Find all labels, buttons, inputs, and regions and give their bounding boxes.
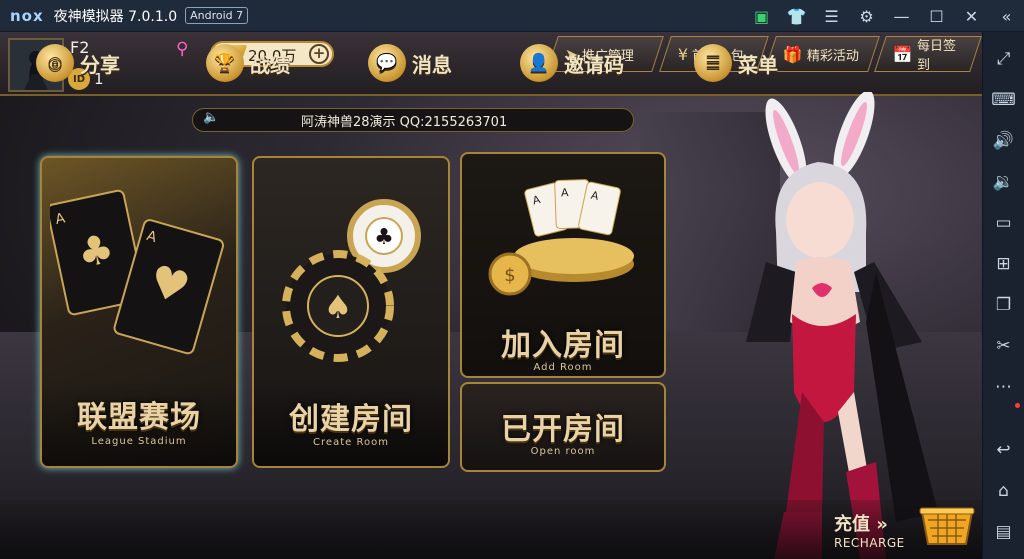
bunny-girl-character	[746, 92, 938, 559]
gift-box-icon: 🎁	[783, 44, 803, 64]
create-room-card[interactable]: ♣ ♠ 创建房间 Create Room	[252, 156, 450, 468]
collapse-icon[interactable]: «	[989, 0, 1024, 32]
more-icon[interactable]: ⋯	[983, 366, 1024, 407]
share-label: 分享	[80, 52, 120, 77]
screen-icon[interactable]: ▭	[983, 202, 1024, 243]
emulator-window: nox 夜神模拟器 7.0.1.0 Android 7 ▣ 👕 ☰ ⚙ — ☐ …	[0, 0, 1024, 559]
speaker-icon: 🔈	[203, 110, 220, 125]
back-icon[interactable]: ↩	[983, 429, 1024, 470]
trophy-icon: 🏆	[206, 44, 244, 82]
create-room-title: 创建房间	[289, 402, 413, 437]
cards-and-coins-icon: A A A $	[488, 179, 634, 296]
playing-cards-icon: A ♣ A ♥	[50, 189, 225, 355]
messages-button[interactable]: 💬 消息	[368, 42, 452, 84]
settings-icon[interactable]: ⚙	[849, 0, 884, 32]
svg-text:♣: ♣	[374, 225, 394, 250]
join-room-subtitle: Add Room	[533, 362, 593, 373]
poker-chips-icon: ♣ ♠	[282, 199, 421, 362]
share-button[interactable]: ◎ 分享	[36, 42, 120, 84]
add-coins-button[interactable]: +	[309, 44, 329, 64]
join-room-title: 加入房间	[501, 328, 625, 363]
shopping-basket-icon	[919, 507, 975, 545]
events-button[interactable]: 🎁 精彩活动	[764, 36, 880, 72]
daily-signin-label: 每日签到	[916, 39, 956, 73]
events-label: 精彩活动	[806, 48, 859, 64]
home-icon[interactable]: ⌂	[983, 470, 1024, 511]
records-button[interactable]: 🏆 战绩	[206, 42, 290, 84]
android-version-badge: Android 7	[185, 7, 249, 24]
maximize-icon[interactable]: ☐	[919, 0, 954, 32]
invite-code-button[interactable]: 👤 邀请码	[520, 42, 624, 84]
game-topbar: F2 ⚲ ID 1 20.0万 + ➤ 推广管理 ¥ 首充礼包 🎁 精彩活动	[0, 32, 982, 96]
volume-down-icon[interactable]: 🔉	[983, 161, 1024, 202]
recharge-label-en: RECHARGE	[834, 536, 905, 550]
menu-label: 菜单	[738, 52, 778, 77]
keyboard-icon[interactable]: ⌨	[983, 79, 1024, 120]
recharge-button[interactable]: 充值 » RECHARGE	[834, 507, 975, 556]
recharge-label-cn: 充值 »	[834, 514, 888, 535]
calendar-check-icon: 📅	[893, 44, 913, 64]
list-menu-icon: ☰	[694, 44, 732, 82]
invite-code-label: 邀请码	[564, 52, 624, 77]
game-viewport: F2 ⚲ ID 1 20.0万 + ➤ 推广管理 ¥ 首充礼包 🎁 精彩活动	[0, 32, 982, 559]
close-icon[interactable]: ✕	[954, 0, 989, 32]
announcement-marquee: 🔈 阿涛神兽28演示 QQ:2155263701	[192, 108, 634, 132]
join-room-card[interactable]: A A A $ 加入房间 Add Room	[460, 152, 666, 378]
messages-label: 消息	[412, 52, 452, 77]
shirt-icon[interactable]: 👕	[779, 0, 814, 32]
minimize-icon[interactable]: —	[884, 0, 919, 32]
daily-signin-button[interactable]: 📅 每日签到	[874, 36, 982, 73]
menu-icon[interactable]: ☰	[814, 0, 849, 32]
share-aperture-icon: ◎	[36, 44, 74, 82]
emulator-title: 夜神模拟器 7.0.1.0	[53, 8, 178, 25]
store-icon[interactable]: ▣	[744, 0, 779, 32]
records-label: 战绩	[250, 52, 290, 77]
league-stadium-card[interactable]: A ♣ A ♥ 联盟赛场 League Stadium	[40, 156, 238, 468]
chat-bubble-icon: 💬	[368, 44, 406, 82]
multi-instance-icon[interactable]: ❐	[983, 284, 1024, 325]
volume-up-icon[interactable]: 🔊	[983, 120, 1024, 161]
open-rooms-card[interactable]: 已开房间 Open room	[460, 382, 666, 472]
emulator-sidebar: ⤢ ⌨ 🔊 🔉 ▭ ⊞ ❐ ✂ ⋯ ↩ ⌂ ▤	[982, 32, 1024, 559]
create-room-subtitle: Create Room	[313, 437, 389, 448]
league-stadium-title: 联盟赛场	[77, 400, 201, 435]
menu-button[interactable]: ☰ 菜单	[694, 42, 778, 84]
svg-text:$: $	[504, 265, 515, 286]
female-gender-icon: ⚲	[176, 39, 189, 59]
apk-install-icon[interactable]: ⊞	[983, 243, 1024, 284]
fullscreen-icon[interactable]: ⤢	[983, 38, 1024, 79]
user-invite-icon: 👤	[520, 44, 558, 82]
league-stadium-subtitle: League Stadium	[91, 436, 187, 447]
svg-text:A: A	[561, 186, 569, 199]
screenshot-scissors-icon[interactable]: ✂	[983, 325, 1024, 366]
open-rooms-title: 已开房间	[501, 412, 625, 447]
emulator-titlebar: nox 夜神模拟器 7.0.1.0 Android 7 ▣ 👕 ☰ ⚙ — ☐ …	[0, 0, 1024, 32]
notification-dot	[1015, 403, 1020, 408]
yen-coin-icon: ¥	[678, 44, 689, 64]
nox-logo: nox	[10, 6, 44, 25]
svg-text:♠: ♠	[324, 288, 353, 326]
announcement-text: 阿涛神兽28演示 QQ:2155263701	[301, 114, 508, 130]
open-rooms-subtitle: Open room	[530, 446, 596, 457]
recent-apps-icon[interactable]: ▤	[983, 511, 1024, 552]
